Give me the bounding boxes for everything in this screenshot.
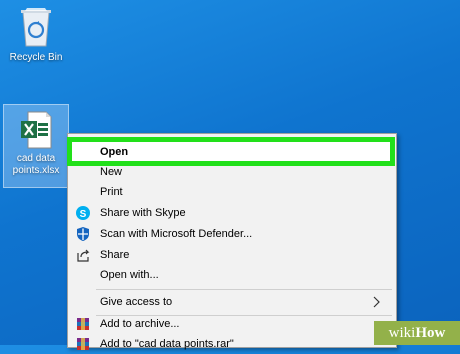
menu-item-share-with-skype[interactable]: S Share with Skype: [68, 203, 396, 223]
menu-item-add-to-rar[interactable]: Add to "cad data points.rar": [68, 334, 396, 354]
recycle-bin-label: Recycle Bin: [9, 52, 63, 63]
menu-item-give-access-to[interactable]: Give access to: [68, 292, 396, 312]
watermark-how: How: [415, 324, 446, 341]
menu-item-open-with-label: Open with...: [100, 269, 159, 281]
defender-icon: [76, 227, 90, 241]
menu-item-scan-defender[interactable]: Scan with Microsoft Defender...: [68, 224, 396, 244]
svg-text:S: S: [80, 209, 87, 220]
menu-separator: [96, 289, 392, 290]
menu-item-add-to-archive[interactable]: Add to archive...: [68, 314, 396, 334]
wikihow-watermark: wiki How: [374, 321, 460, 345]
menu-item-give-access-to-label: Give access to: [100, 296, 173, 308]
context-menu: Open New Print S Share with Skype Scan w…: [67, 133, 397, 350]
menu-item-new-label: New: [100, 166, 123, 178]
recycle-bin-icon: [18, 4, 54, 48]
winrar-icon: [76, 317, 90, 331]
menu-item-open-label: Open: [100, 146, 129, 158]
excel-file-icon: [20, 111, 52, 149]
menu-item-share-with-skype-label: Share with Skype: [100, 207, 186, 219]
winrar-icon: [76, 337, 90, 351]
menu-item-share-label: Share: [100, 249, 130, 261]
excel-file-label-line2: points.xlsx: [12, 165, 60, 176]
menu-item-share[interactable]: Share: [68, 245, 396, 265]
share-icon: [76, 248, 90, 262]
recycle-bin-desktop-icon[interactable]: Recycle Bin: [4, 4, 68, 63]
chevron-right-icon: [370, 296, 382, 308]
menu-item-open-with[interactable]: Open with...: [68, 265, 396, 285]
menu-item-add-to-rar-label: Add to "cad data points.rar": [100, 338, 234, 350]
watermark-wiki: wiki: [388, 324, 416, 341]
skype-icon: S: [76, 206, 90, 220]
excel-file-desktop-icon[interactable]: cad data points.xlsx: [3, 104, 69, 188]
menu-item-add-to-archive-label: Add to archive...: [100, 318, 180, 330]
menu-item-print[interactable]: Print: [68, 182, 396, 202]
menu-item-scan-defender-label: Scan with Microsoft Defender...: [100, 228, 253, 240]
menu-item-new[interactable]: New: [68, 162, 396, 182]
excel-file-label-line1: cad data: [16, 153, 56, 164]
menu-item-open[interactable]: Open: [68, 142, 396, 162]
menu-item-print-label: Print: [100, 186, 123, 198]
